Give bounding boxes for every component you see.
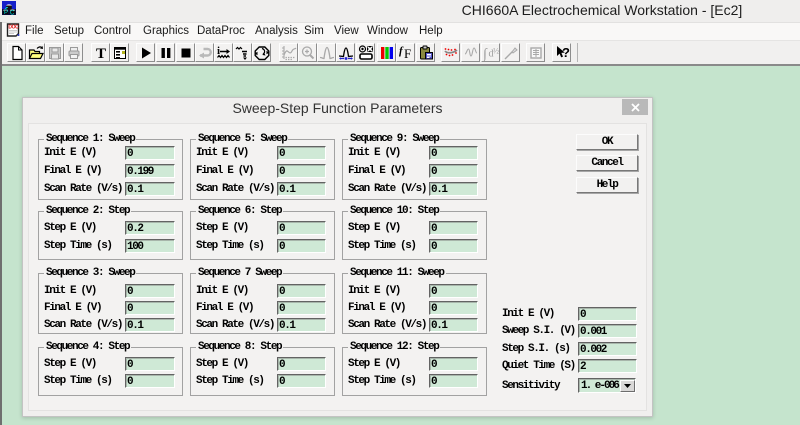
svg-text:½: ½: [493, 46, 499, 55]
svg-text:P: P: [4, 10, 8, 15]
svg-text:C: C: [10, 11, 15, 16]
svg-text:?: ?: [562, 45, 570, 60]
svg-text:F: F: [404, 46, 411, 61]
svg-text:DOC: DOC: [8, 25, 19, 31]
svg-text:∫: ∫: [483, 47, 488, 61]
svg-text:T: T: [95, 46, 105, 61]
